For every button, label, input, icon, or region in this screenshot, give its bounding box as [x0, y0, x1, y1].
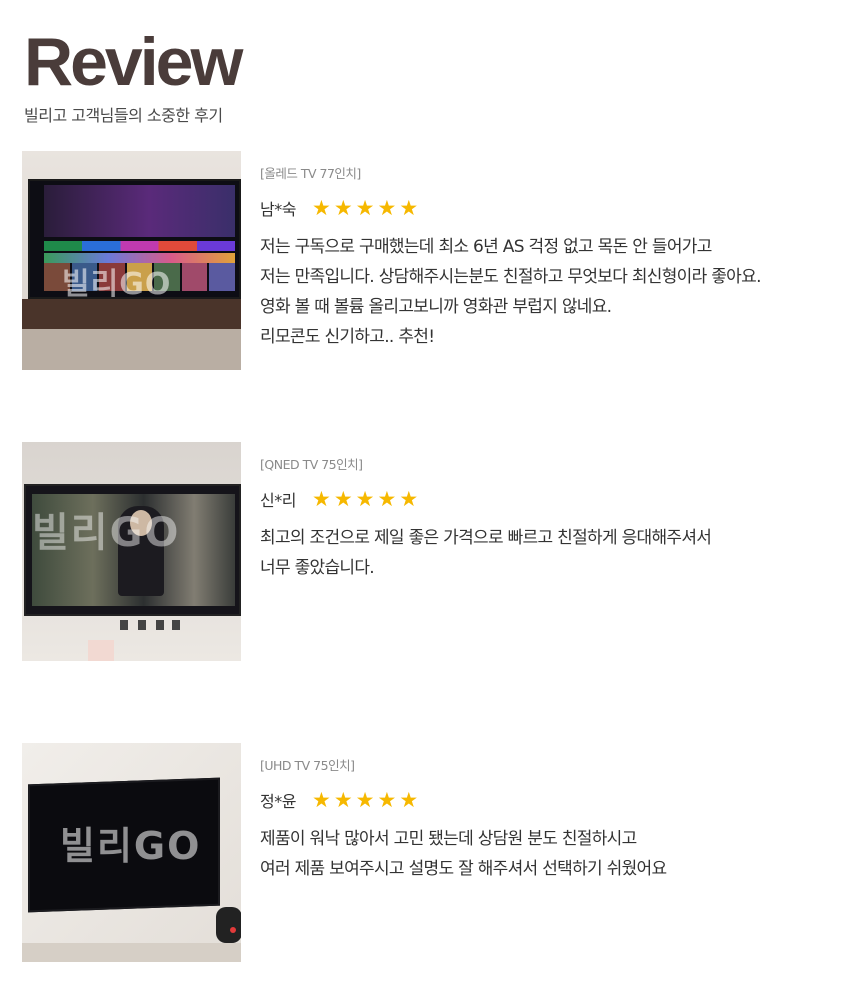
- page-header: Review 빌리고 고객님들의 소중한 후기: [24, 24, 243, 126]
- star-icon: ★: [399, 195, 419, 220]
- star-icon: ★: [312, 787, 331, 812]
- star-icon: ★: [377, 787, 397, 812]
- star-icon: ★: [399, 787, 419, 812]
- page-title: Review: [24, 24, 243, 100]
- review-card: 빌리GO [QNED TV 75인치] 신*리 ★ ★ ★ ★ ★ 최고의 조건…: [22, 442, 858, 662]
- review-photo[interactable]: 빌리GO: [22, 151, 241, 370]
- watermark-logo: 빌리GO: [62, 267, 172, 302]
- product-label: [QNED TV 75인치]: [260, 457, 363, 472]
- review-info: [올레드 TV 77인치] 남*숙 ★ ★ ★ ★ ★ 저는 구독으로 구매했는…: [260, 163, 858, 352]
- reviewer-name: 정*윤: [260, 792, 296, 811]
- reviewer-name: 남*숙: [260, 200, 296, 219]
- review-info: [UHD TV 75인치] 정*윤 ★ ★ ★ ★ ★ 제품이 워낙 많아서 고…: [260, 755, 858, 884]
- watermark-logo: 빌리GO: [60, 824, 202, 868]
- review-text: 최고의 조건으로 제일 좋은 가격으로 빠르고 친절하게 응대해주셔서 너무 좋…: [260, 528, 712, 578]
- star-icon: ★: [377, 195, 397, 220]
- speaker-image: [216, 907, 241, 943]
- page-subtitle: 빌리고 고객님들의 소중한 후기: [24, 106, 223, 125]
- watermark-logo: 빌리GO: [32, 510, 181, 556]
- star-icon: ★: [312, 486, 331, 511]
- star-icon: ★: [333, 486, 353, 511]
- reviewer-name: 신*리: [260, 491, 296, 510]
- star-icon: ★: [312, 195, 331, 220]
- review-card: 빌리GO [UHD TV 75인치] 정*윤 ★ ★ ★ ★ ★ 제품이 워낙 …: [22, 743, 858, 963]
- product-label: [UHD TV 75인치]: [260, 758, 355, 773]
- star-rating: ★ ★ ★ ★ ★: [312, 486, 419, 511]
- product-label: [올레드 TV 77인치]: [260, 166, 361, 181]
- star-icon: ★: [333, 195, 353, 220]
- star-icon: ★: [399, 486, 419, 511]
- review-photo[interactable]: 빌리GO: [22, 743, 241, 962]
- star-icon: ★: [355, 787, 375, 812]
- review-card: 빌리GO [올레드 TV 77인치] 남*숙 ★ ★ ★ ★ ★ 저는 구독으로…: [22, 151, 858, 371]
- star-rating: ★ ★ ★ ★ ★: [312, 787, 419, 812]
- star-icon: ★: [355, 195, 375, 220]
- star-icon: ★: [355, 486, 375, 511]
- star-icon: ★: [377, 486, 397, 511]
- review-text: 제품이 워낙 많아서 고민 됐는데 상담원 분도 친절하시고 여러 제품 보여주…: [260, 829, 667, 879]
- star-icon: ★: [333, 787, 353, 812]
- review-text: 저는 구독으로 구매했는데 최소 6년 AS 걱정 없고 목돈 안 들어가고 저…: [260, 237, 761, 347]
- review-photo[interactable]: 빌리GO: [22, 442, 241, 661]
- star-rating: ★ ★ ★ ★ ★: [312, 195, 419, 220]
- review-info: [QNED TV 75인치] 신*리 ★ ★ ★ ★ ★ 최고의 조건으로 제일…: [260, 454, 858, 583]
